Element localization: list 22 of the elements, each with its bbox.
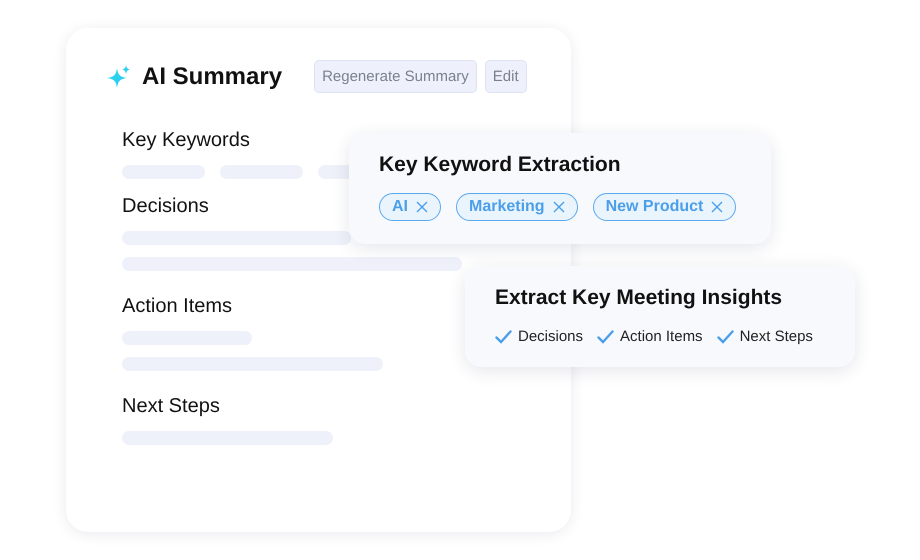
card-title: Extract Key Meeting Insights <box>495 286 782 310</box>
close-icon[interactable] <box>711 201 724 213</box>
section-heading: Action Items <box>122 295 232 318</box>
close-icon[interactable] <box>552 201 565 213</box>
keyword-tag[interactable]: Marketing <box>456 193 578 221</box>
section-heading: Next Steps <box>122 395 220 418</box>
keyword-tag[interactable]: New Product <box>592 193 736 221</box>
close-icon[interactable] <box>416 201 428 213</box>
check-icon <box>495 330 512 344</box>
insight-label: Action Items <box>620 328 703 345</box>
check-icon <box>716 330 734 344</box>
section-heading: Key Keywords <box>122 129 250 152</box>
card-title: AI Summary <box>142 62 282 90</box>
insight-label: Next Steps <box>740 328 813 345</box>
check-icon <box>597 330 614 344</box>
card-title: Key Keyword Extraction <box>379 153 621 177</box>
regenerate-button[interactable]: Regenerate Summary <box>314 60 477 93</box>
keyword-tag[interactable]: AI <box>379 193 441 221</box>
sparkle-icon <box>106 64 132 90</box>
insight-label: Decisions <box>518 328 584 345</box>
section-heading: Decisions <box>122 195 209 218</box>
edit-button[interactable]: Edit <box>484 60 527 93</box>
